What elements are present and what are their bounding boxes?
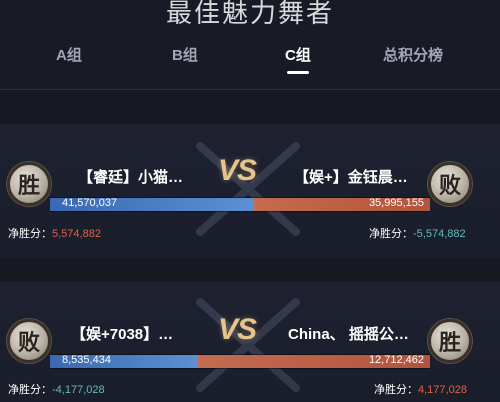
player-name-left[interactable]: 【睿廷】小猫…	[78, 166, 183, 187]
net-score-left: 净胜分：-4,177,028	[8, 381, 105, 397]
win-badge: 胜	[7, 162, 51, 206]
net-score-value: 5,574,882	[52, 228, 101, 240]
net-score-value: 4,177,028	[418, 384, 467, 396]
page-title: 最佳魅力舞者	[165, 0, 334, 28]
tab-total-ranking[interactable]: 总积分榜	[383, 44, 443, 65]
group-tabs: A组 B组 C组 总积分榜	[0, 44, 500, 68]
player-name-right[interactable]: China、 摇摇公…	[288, 323, 409, 344]
net-score-right: 净胜分：4,177,028	[374, 381, 467, 397]
lose-badge: 败	[7, 319, 51, 363]
match-card[interactable]: VS 胜 【睿廷】小猫… 【娱+】金钰晨… 败 41,570,037 35,99…	[0, 124, 500, 258]
net-score-label: 净胜分：	[8, 228, 52, 240]
vs-label: VS	[218, 313, 257, 346]
result-text: 败	[438, 173, 461, 198]
player-name-left[interactable]: 【娱+7038】…	[71, 323, 173, 344]
page: 最佳魅力舞者 A组 B组 C组 总积分榜 VS 胜 【睿廷】小猫… 【娱+】金钰…	[0, 0, 500, 402]
net-score-label: 净胜分：	[374, 384, 418, 396]
net-score-left: 净胜分：5,574,882	[8, 225, 101, 241]
net-score-value: -4,177,028	[52, 384, 105, 396]
score-right: 35,995,155	[368, 197, 424, 209]
result-text: 败	[17, 330, 40, 355]
net-score-value: -5,574,882	[413, 228, 466, 240]
score-left: 8,535,434	[62, 354, 111, 366]
tab-group-c[interactable]: C组	[285, 44, 311, 65]
crossed-swords-icon	[196, 142, 300, 236]
match-card[interactable]: VS 败 【娱+7038】… China、 摇摇公… 胜 8,535,434 1…	[0, 282, 500, 402]
result-text: 胜	[438, 330, 461, 355]
net-score-right: 净胜分：-5,574,882	[369, 225, 466, 241]
header-divider	[0, 89, 500, 90]
player-name-right[interactable]: 【娱+】金钰晨…	[294, 166, 408, 187]
tab-group-a[interactable]: A组	[56, 44, 82, 65]
result-text: 胜	[17, 173, 40, 198]
active-tab-indicator	[287, 71, 309, 74]
score-bar: 8,535,434 12,712,462	[50, 354, 430, 369]
net-score-label: 净胜分：	[369, 228, 413, 240]
score-bar: 41,570,037 35,995,155	[50, 197, 430, 212]
win-badge: 胜	[428, 319, 472, 363]
score-right: 12,712,462	[368, 354, 424, 366]
score-left: 41,570,037	[62, 197, 118, 209]
tab-group-b[interactable]: B组	[172, 44, 198, 65]
net-score-label: 净胜分：	[8, 384, 52, 396]
lose-badge: 败	[428, 162, 472, 206]
vs-label: VS	[218, 154, 257, 187]
header: 最佳魅力舞者 A组 B组 C组 总积分榜	[0, 0, 500, 90]
